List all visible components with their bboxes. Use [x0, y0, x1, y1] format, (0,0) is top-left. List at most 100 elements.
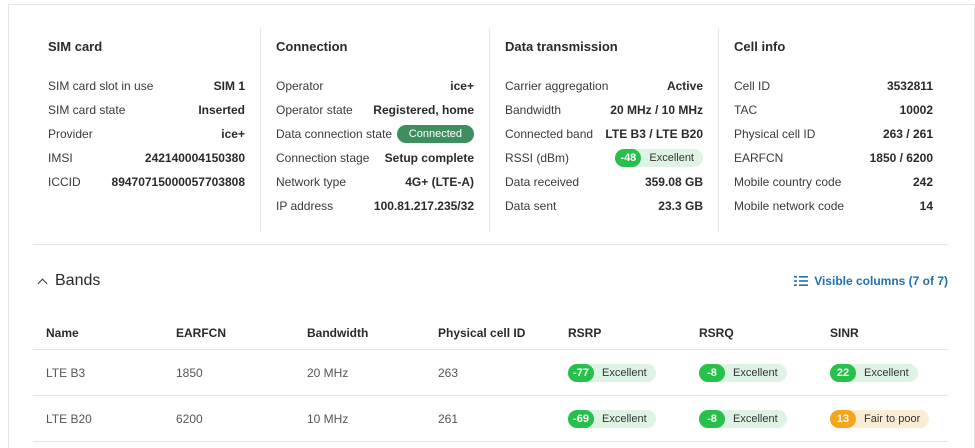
row-value: 23.3 GB — [658, 199, 703, 213]
row-value: ice+ — [221, 127, 245, 141]
column-header-name[interactable]: Name — [33, 326, 163, 340]
signal-value: -8 — [699, 409, 725, 428]
row-label: Network type — [276, 175, 347, 189]
row-label: ICCID — [48, 175, 81, 189]
row-label: SIM card state — [48, 103, 126, 117]
row-value: 1850 / 6200 — [869, 151, 933, 165]
row-value: 4G+ (LTE-A) — [405, 175, 474, 189]
info-row: Network type 4G+ (LTE-A) — [276, 170, 474, 194]
row-value: 263 / 261 — [882, 127, 933, 141]
row-value: Active — [666, 79, 703, 93]
row-label: IP address — [276, 199, 334, 213]
row-value: Setup complete — [384, 151, 474, 165]
row-value: 359.08 GB — [644, 175, 703, 189]
cell-physical-cell-id: 261 — [438, 411, 459, 426]
column-header-rsrq[interactable]: RSRQ — [686, 326, 817, 340]
chevron-up-icon[interactable] — [37, 278, 48, 288]
cell-rsrp: -77 Excellent — [555, 363, 686, 382]
info-row: SIM card state Inserted — [48, 98, 245, 122]
row-value: 10002 — [899, 103, 933, 117]
table-header: Name EARFCN Bandwidth Physical cell ID R… — [33, 316, 948, 350]
signal-quality: Excellent — [649, 152, 694, 164]
row-label: Data received — [505, 175, 580, 189]
info-row: RSSI (dBm) -48 Excellent — [505, 146, 703, 170]
signal-value: -69 — [568, 409, 594, 428]
connection-status-badge: Connected — [396, 125, 474, 143]
row-label: Data sent — [505, 199, 557, 213]
bands-toggle[interactable]: Bands — [33, 272, 100, 290]
row-value: 20 MHz / 10 MHz — [610, 103, 703, 117]
visible-columns-button[interactable]: Visible columns (7 of 7) — [794, 274, 948, 288]
cell-bandwidth: 20 MHz — [307, 365, 349, 380]
bands-header: Bands Visible columns (7 of 7) — [33, 268, 948, 294]
info-row: Carrier aggregation Active — [505, 74, 703, 98]
row-label: EARFCN — [734, 151, 784, 165]
row-label: Connected band — [505, 127, 594, 141]
column-header-sinr[interactable]: SINR — [817, 326, 948, 340]
row-label: Mobile country code — [734, 175, 842, 189]
info-row: Data received 359.08 GB — [505, 170, 703, 194]
row-value: ice+ — [450, 79, 474, 93]
rsrq-quality-badge: -8 Excellent — [699, 409, 787, 428]
column-header-physical-cell-id[interactable]: Physical cell ID — [425, 326, 555, 340]
column-header-earfcn[interactable]: EARFCN — [163, 326, 294, 340]
visible-columns-label: Visible columns (7 of 7) — [814, 274, 948, 288]
connection-section: Connection Operator ice+ Operator state Re… — [261, 28, 490, 232]
rsrp-quality-badge: -77 Excellent — [568, 363, 656, 382]
info-row: SIM card slot in use SIM 1 — [48, 74, 245, 98]
row-label: Data connection state — [276, 127, 393, 141]
section-divider — [33, 244, 948, 245]
signal-quality: Fair to poor — [864, 412, 921, 425]
info-row: EARFCN 1850 / 6200 — [734, 146, 933, 170]
info-row: ICCID 89470715000057703808 — [48, 170, 245, 194]
signal-value: -8 — [699, 363, 725, 382]
signal-value: -77 — [568, 363, 594, 382]
section-title: SIM card — [48, 39, 103, 54]
info-row: IP address 100.81.217.235/32 — [276, 194, 474, 218]
row-label: Provider — [48, 127, 93, 141]
row-label: Carrier aggregation — [505, 79, 609, 93]
table-row: LTE B20 6200 10 MHz 261 -69 Excellent -8 E… — [33, 396, 948, 442]
row-label: Operator state — [276, 103, 353, 117]
info-row: Data sent 23.3 GB — [505, 194, 703, 218]
signal-value: -48 — [615, 149, 642, 167]
signal-value: 13 — [830, 409, 856, 428]
info-row: IMSI 242140004150380 — [48, 146, 245, 170]
sinr-quality-badge: 13 Fair to poor — [830, 409, 930, 428]
row-label: Physical cell ID — [734, 127, 816, 141]
info-row: Connection stage Setup complete — [276, 146, 474, 170]
info-row: Provider ice+ — [48, 122, 245, 146]
section-title: Data transmission — [505, 39, 618, 54]
row-value: 14 — [919, 199, 933, 213]
cell-physical-cell-id: 263 — [438, 365, 459, 380]
cell-name: LTE B20 — [46, 411, 92, 426]
row-value: 242140004150380 — [144, 151, 245, 165]
signal-value: 22 — [830, 363, 856, 382]
info-row: Mobile network code 14 — [734, 194, 933, 218]
info-row: Cell ID 3532811 — [734, 74, 933, 98]
cell-earfcn: 6200 — [176, 411, 203, 426]
info-row: Connected band LTE B3 / LTE B20 — [505, 122, 703, 146]
info-row: Bandwidth 20 MHz / 10 MHz — [505, 98, 703, 122]
row-label: RSSI (dBm) — [505, 151, 570, 165]
row-label: Connection stage — [276, 151, 370, 165]
cell-earfcn: 1850 — [176, 365, 203, 380]
sinr-quality-badge: 22 Excellent — [830, 363, 918, 382]
row-label: Operator — [276, 79, 324, 93]
column-header-bandwidth[interactable]: Bandwidth — [294, 326, 425, 340]
signal-quality: Excellent — [602, 412, 647, 425]
bands-title: Bands — [55, 272, 101, 289]
signal-quality: Excellent — [733, 366, 778, 379]
row-label: IMSI — [48, 151, 73, 165]
row-label: TAC — [734, 103, 758, 117]
column-header-rsrp[interactable]: RSRP — [555, 326, 686, 340]
info-row: Mobile country code 242 — [734, 170, 933, 194]
cell-info-section: Cell info Cell ID 3532811 TAC 10002 Physic… — [719, 28, 948, 232]
row-label: Mobile network code — [734, 199, 845, 213]
cell-bandwidth: 10 MHz — [307, 411, 349, 426]
rssi-quality-badge: -48 Excellent — [615, 149, 703, 167]
cell-rsrp: -69 Excellent — [555, 409, 686, 428]
info-row: TAC 10002 — [734, 98, 933, 122]
row-value: Inserted — [198, 103, 245, 117]
row-value: 100.81.217.235/32 — [373, 199, 474, 213]
